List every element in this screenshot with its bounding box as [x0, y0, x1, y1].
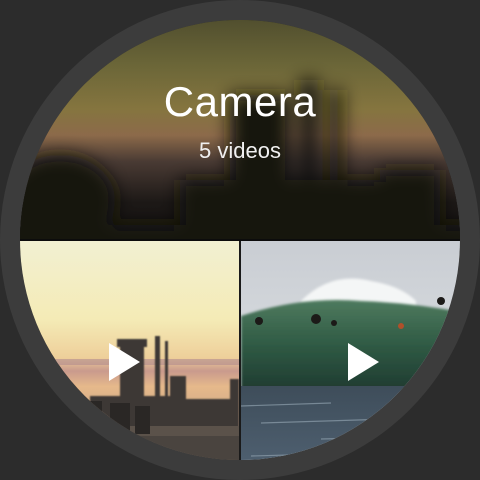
video-tile-2[interactable] [241, 241, 460, 460]
video-tile-1[interactable] [20, 241, 239, 460]
play-icon [109, 343, 140, 381]
play-icon [348, 343, 379, 381]
watch-screen: Camera 5 videos [0, 0, 480, 480]
album-header: Camera 5 videos [20, 20, 460, 260]
video-count: 5 videos [199, 138, 281, 163]
round-display: Camera 5 videos [20, 20, 460, 460]
album-title: Camera [163, 78, 317, 125]
video-grid [20, 241, 460, 460]
